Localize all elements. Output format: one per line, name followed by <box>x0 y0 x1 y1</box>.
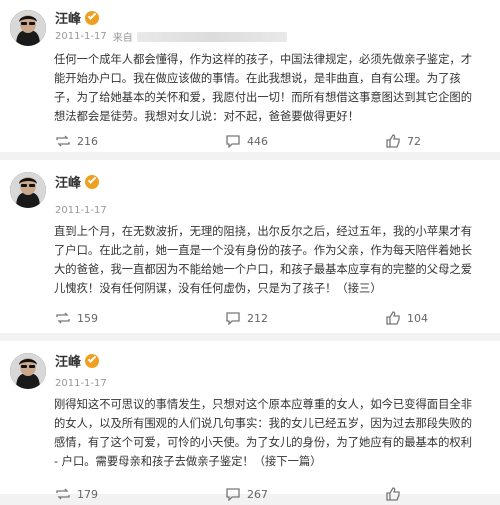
comment-count: 446 <box>247 134 268 148</box>
repost-button[interactable]: 216 <box>55 134 98 148</box>
blurred-source <box>136 31 287 42</box>
post-card: 汪峰 2011-1-17 刚得知这不可思议的事情发生，只想对这个原本应尊重的女人… <box>0 341 500 501</box>
like-button[interactable] <box>385 487 407 501</box>
like-icon <box>386 487 400 501</box>
avatar[interactable] <box>10 10 46 46</box>
author-name[interactable]: 汪峰 <box>55 172 100 191</box>
post-meta: 2011-1-17 <box>55 378 107 389</box>
comment-icon <box>226 488 240 501</box>
repost-button[interactable]: 159 <box>55 311 98 325</box>
comment-icon <box>226 135 240 148</box>
repost-icon <box>56 135 70 147</box>
comment-count: 212 <box>247 311 268 325</box>
divider <box>0 152 500 160</box>
like-button[interactable]: 72 <box>385 134 421 148</box>
comment-button[interactable]: 212 <box>225 311 268 325</box>
repost-icon <box>56 312 70 324</box>
comment-icon <box>226 312 240 325</box>
avatar[interactable] <box>10 172 46 208</box>
post-date[interactable]: 2011-1-17 <box>55 205 107 216</box>
weibo-feed: 汪峰 2011-1-17 来自 任何一个成年人都会懂得，作为这样的孩子，中国法律… <box>0 0 500 501</box>
author-name[interactable]: 汪峰 <box>55 351 100 370</box>
like-count: 72 <box>407 134 421 148</box>
vip-badge-icon <box>85 10 100 25</box>
comment-button[interactable]: 446 <box>225 134 268 148</box>
comment-button[interactable]: 267 <box>225 487 268 501</box>
post-meta: 2011-1-17 来自 <box>55 29 287 44</box>
author-name-text[interactable]: 汪峰 <box>55 351 81 370</box>
like-count: 104 <box>407 311 428 325</box>
post-content: 任何一个成年人都会懂得，作为这样的孩子，中国法律规定，必须先做亲子鉴定，才能开始… <box>54 53 472 123</box>
comment-count: 267 <box>247 487 268 501</box>
author-name-text[interactable]: 汪峰 <box>55 172 81 191</box>
vip-badge-icon <box>85 174 100 189</box>
like-icon <box>386 311 400 325</box>
post-card: 汪峰 2011-1-17 来自 任何一个成年人都会懂得，作为这样的孩子，中国法律… <box>0 0 500 152</box>
post-content: 直到上个月，在无数波折，无理的阻挠，出尔反尔之后，经过五年，我的小苹果才有了户口… <box>54 225 472 295</box>
post-date[interactable]: 2011-1-17 <box>55 31 107 42</box>
repost-count: 179 <box>77 487 98 501</box>
post-card: 汪峰 2011-1-17 直到上个月，在无数波折，无理的阻挠，出尔反尔之后，经过… <box>0 160 500 333</box>
repost-button[interactable]: 179 <box>55 487 98 501</box>
post-content: 刚得知这不可思议的事情发生，只想对这个原本应尊重的女人，如今已变得面目全非的女人… <box>54 398 472 468</box>
post-source-label: 来自 <box>112 33 133 44</box>
post-actions: 159 212 104 <box>0 307 500 329</box>
like-button[interactable]: 104 <box>385 311 428 325</box>
repost-count: 159 <box>77 311 98 325</box>
repost-icon <box>56 488 70 500</box>
avatar[interactable] <box>10 353 46 389</box>
post-actions: 216 446 72 <box>0 130 500 152</box>
author-name[interactable]: 汪峰 <box>55 8 100 27</box>
post-actions: 179 267 <box>0 483 500 505</box>
post-meta: 2011-1-17 <box>55 205 107 216</box>
divider <box>0 333 500 341</box>
post-date[interactable]: 2011-1-17 <box>55 378 107 389</box>
author-name-text[interactable]: 汪峰 <box>55 8 81 27</box>
like-icon <box>386 134 400 148</box>
repost-count: 216 <box>77 134 98 148</box>
vip-badge-icon <box>85 353 100 368</box>
